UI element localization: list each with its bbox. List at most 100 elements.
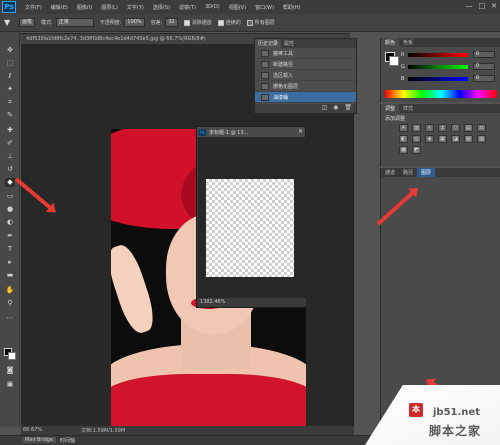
timeline-tab[interactable]: 时间轴 bbox=[60, 437, 75, 444]
all-layers-checkbox[interactable] bbox=[246, 19, 253, 26]
mini-bridge-tab[interactable]: Mini Bridge bbox=[22, 437, 57, 443]
menu-view[interactable]: 视图(V) bbox=[229, 4, 246, 11]
history-item-active[interactable]: 油漆桶 bbox=[255, 92, 356, 103]
red-value[interactable]: 0 bbox=[473, 51, 495, 58]
floating-window-zoom[interactable]: 1382.46% bbox=[198, 298, 306, 306]
brightness-icon[interactable]: ☀ bbox=[399, 124, 408, 132]
tab-channels[interactable]: 通道 bbox=[381, 168, 399, 177]
menu-file[interactable]: 文件(F) bbox=[25, 4, 42, 11]
history-brush-tool-icon[interactable]: ↺ bbox=[5, 165, 15, 174]
channel-mixer-icon[interactable]: ◈ bbox=[425, 135, 434, 143]
mode-label: 模式: bbox=[41, 20, 53, 26]
tab-history[interactable]: 历史记录 bbox=[255, 39, 282, 48]
photo-filter-icon[interactable]: ◎ bbox=[412, 135, 421, 143]
tab-properties[interactable]: 属性 bbox=[281, 39, 297, 48]
snapshot-icon[interactable]: ◫ bbox=[321, 104, 327, 113]
magic-wand-tool-icon[interactable]: ✦ bbox=[5, 85, 15, 94]
curves-icon[interactable]: ∿ bbox=[425, 124, 434, 132]
selective-color-icon[interactable]: ◩ bbox=[412, 146, 421, 154]
crop-tool-icon[interactable]: ⌗ bbox=[5, 98, 15, 107]
color-balance-icon[interactable]: ⚖ bbox=[477, 124, 486, 132]
menu-select[interactable]: 选择(S) bbox=[153, 4, 170, 11]
color-spectrum[interactable] bbox=[385, 90, 497, 98]
screen-mode-icon[interactable]: ▣ bbox=[5, 380, 15, 389]
menu-image[interactable]: 图像(I) bbox=[77, 4, 92, 11]
menu-window[interactable]: 窗口(W) bbox=[255, 4, 274, 11]
tab-color[interactable]: 颜色 bbox=[381, 38, 400, 47]
color-lookup-icon[interactable]: ▦ bbox=[438, 135, 447, 143]
eraser-tool-icon[interactable]: ▭ bbox=[5, 192, 15, 201]
camera-icon[interactable]: ◉ bbox=[333, 104, 338, 113]
lasso-tool-icon[interactable]: ℓ bbox=[5, 72, 15, 81]
tab-styles[interactable]: 样式 bbox=[399, 104, 417, 113]
red-slider[interactable]: R 0 bbox=[401, 51, 497, 58]
posterize-icon[interactable]: ▧ bbox=[464, 135, 473, 143]
menu-3d[interactable]: 3D(D) bbox=[205, 4, 220, 10]
tab-layers[interactable]: 图层 bbox=[417, 168, 436, 177]
paint-bucket-tool-icon[interactable]: ◆ bbox=[5, 178, 15, 187]
trash-icon[interactable]: 🗑 bbox=[344, 104, 352, 113]
close-button[interactable]: ✕ bbox=[491, 2, 497, 10]
marquee-tool-icon[interactable]: ⬚ bbox=[5, 59, 15, 68]
document-size: 文档:1.59M/1.59M bbox=[81, 428, 126, 434]
green-slider[interactable]: G 0 bbox=[401, 63, 497, 70]
dodge-tool-icon[interactable]: ◐ bbox=[5, 218, 15, 227]
tolerance-input[interactable]: 32 bbox=[165, 18, 178, 27]
threshold-icon[interactable]: ▨ bbox=[477, 135, 486, 143]
contiguous-checkbox[interactable] bbox=[217, 19, 224, 26]
black-white-icon[interactable]: ◧ bbox=[399, 135, 408, 143]
move-tool-icon[interactable]: ✥ bbox=[5, 46, 15, 55]
blue-slider[interactable]: B 0 bbox=[401, 75, 497, 82]
invert-icon[interactable]: ◪ bbox=[451, 135, 460, 143]
green-value[interactable]: 0 bbox=[473, 63, 495, 70]
floating-window-titlebar[interactable]: Ps 未标题-1 @ 13... bbox=[197, 127, 305, 137]
brush-tool-icon[interactable]: ✐ bbox=[5, 139, 15, 148]
healing-brush-tool-icon[interactable]: ✚ bbox=[5, 126, 15, 135]
background-color-swatch[interactable] bbox=[8, 352, 16, 360]
eyedropper-tool-icon[interactable]: ✎ bbox=[5, 111, 15, 120]
exposure-icon[interactable]: ± bbox=[438, 124, 447, 132]
menu-layer[interactable]: 图层(L) bbox=[101, 4, 118, 11]
history-item[interactable]: 选区载入 bbox=[255, 70, 356, 81]
zoom-readout[interactable]: 66.67% bbox=[23, 427, 42, 433]
paint-bucket-icon[interactable]: ▼ bbox=[4, 18, 16, 28]
tab-swatches[interactable]: 色板 bbox=[399, 38, 417, 47]
mode-select[interactable]: 正常 bbox=[55, 18, 94, 27]
vibrance-icon[interactable]: ▽ bbox=[451, 124, 460, 132]
antialias-checkbox[interactable] bbox=[183, 19, 190, 26]
clone-stamp-tool-icon[interactable]: ⊥ bbox=[5, 152, 15, 161]
blur-tool-icon[interactable]: ● bbox=[5, 205, 15, 214]
zoom-tool-icon[interactable]: ⚲ bbox=[5, 299, 15, 308]
history-item[interactable]: 栅格化图层 bbox=[255, 81, 356, 92]
menu-help[interactable]: 帮助(H) bbox=[283, 4, 301, 11]
window-controls: — □ ✕ bbox=[466, 2, 498, 10]
hand-tool-icon[interactable]: ✋ bbox=[5, 286, 15, 295]
blue-value[interactable]: 0 bbox=[473, 75, 495, 82]
tab-paths[interactable]: 路径 bbox=[399, 168, 417, 177]
type-tool-icon[interactable]: T bbox=[5, 245, 15, 254]
menu-filter[interactable]: 滤镜(T) bbox=[179, 4, 196, 11]
floating-window-title: 未标题-1 @ 13... bbox=[209, 129, 249, 136]
quick-mask-icon[interactable]: ◙ bbox=[5, 366, 15, 375]
tab-adjustments[interactable]: 调整 bbox=[381, 104, 400, 113]
menu-edit[interactable]: 编辑(E) bbox=[51, 4, 68, 11]
maximize-button[interactable]: □ bbox=[479, 2, 486, 10]
history-item[interactable]: 魔棒工具 bbox=[255, 48, 356, 59]
shape-tool-icon[interactable]: ▬ bbox=[5, 271, 15, 280]
menu-type[interactable]: 文字(Y) bbox=[127, 4, 144, 11]
floating-window-canvas[interactable] bbox=[198, 137, 306, 299]
floating-window-close-icon[interactable]: ✕ bbox=[298, 128, 303, 135]
pen-tool-icon[interactable]: ✒ bbox=[5, 232, 15, 241]
hue-saturation-icon[interactable]: ▤ bbox=[464, 124, 473, 132]
floating-document-window[interactable]: Ps 未标题-1 @ 13... ✕ 1382.46% bbox=[196, 126, 306, 308]
color-panel-background[interactable] bbox=[389, 56, 399, 66]
levels-icon[interactable]: ▥ bbox=[412, 124, 421, 132]
path-selection-tool-icon[interactable]: ▸ bbox=[5, 258, 15, 267]
opacity-input[interactable]: 100% bbox=[124, 18, 145, 27]
preset-select[interactable]: 画笔 bbox=[19, 18, 36, 27]
minimize-button[interactable]: — bbox=[466, 2, 473, 10]
history-state-icon bbox=[261, 60, 269, 68]
history-item[interactable]: 新建路径 bbox=[255, 59, 356, 70]
gradient-map-icon[interactable]: ▩ bbox=[399, 146, 408, 154]
more-tools-icon[interactable]: ⋯ bbox=[5, 314, 15, 323]
